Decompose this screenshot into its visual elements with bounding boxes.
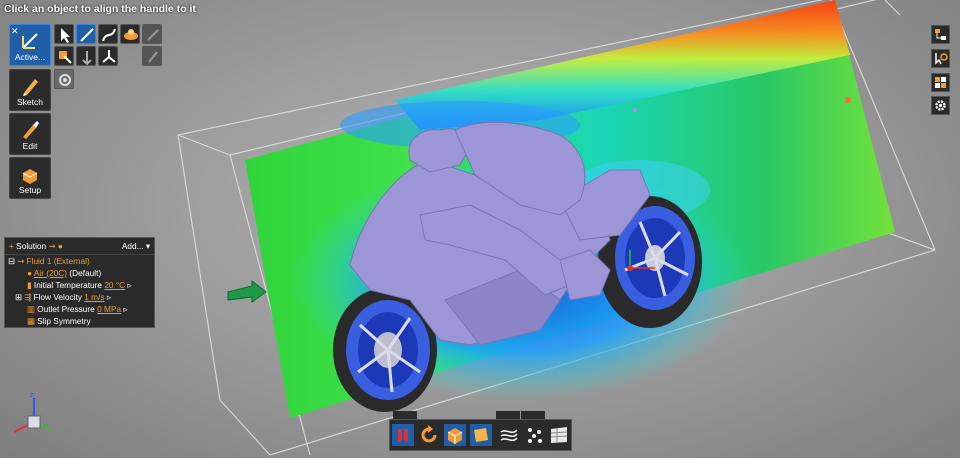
material-row[interactable]: ● Air (20C) (Default) <box>27 268 101 279</box>
expand-icon[interactable]: ▹ <box>123 304 127 314</box>
temperature-label: Initial Temperature <box>33 280 102 290</box>
expand-icon[interactable]: ▹ <box>127 280 131 290</box>
setup-button[interactable]: Setup <box>9 157 51 199</box>
curve-tool[interactable] <box>98 24 118 44</box>
plane-icon[interactable] <box>470 424 492 446</box>
edit-label: Edit <box>22 141 38 151</box>
fan-icon <box>102 50 116 63</box>
close-icon[interactable]: ✕ <box>11 26 19 37</box>
tree-view-button[interactable] <box>931 25 950 44</box>
sketch-label: Sketch <box>17 97 43 107</box>
layout-button[interactable] <box>931 73 950 92</box>
tool-disabled-icon <box>148 51 158 63</box>
fan-tool[interactable] <box>98 46 118 66</box>
velocity-icon: ⇶ <box>24 292 32 302</box>
table-icon[interactable] <box>548 424 570 446</box>
gear-icon <box>935 100 946 111</box>
fill-tool[interactable] <box>54 46 74 66</box>
probe-button[interactable] <box>931 49 950 68</box>
settings-icon <box>59 74 71 86</box>
expand-icon[interactable]: ▹ <box>107 292 111 302</box>
temperature-value[interactable]: 20 °C <box>104 280 125 290</box>
pressure-icon: ▥ <box>27 304 35 314</box>
velocity-value[interactable]: 1 m/s <box>84 292 104 302</box>
settings-button[interactable] <box>931 96 950 115</box>
panel-header: + Solution ⇝ ● Add... ▾ <box>5 238 154 255</box>
symmetry-label: Slip Symmetry <box>37 316 91 326</box>
axis-triad: z <box>13 392 53 433</box>
material-icon: ● <box>57 241 63 251</box>
simulation-viewport[interactable]: z Click an object to align the handle to… <box>0 0 960 458</box>
pause-icon[interactable] <box>392 424 414 446</box>
bottom-toolbar <box>389 419 572 451</box>
tool-disabled-icon <box>147 29 159 41</box>
refresh-icon[interactable] <box>418 424 440 446</box>
pen-tool[interactable] <box>76 24 96 44</box>
cube-icon[interactable] <box>444 424 466 446</box>
pen-icon <box>80 28 94 42</box>
streamline-icon[interactable] <box>498 424 520 446</box>
setup-label: Setup <box>18 185 42 195</box>
thermometer-icon: ▮ <box>27 280 32 290</box>
add-icon[interactable]: + <box>9 241 14 251</box>
pencil-icon <box>23 79 38 96</box>
velocity-label: Flow Velocity <box>33 292 82 302</box>
pull-icon <box>82 51 92 66</box>
simulation-scene[interactable]: z <box>0 0 960 458</box>
options-button[interactable] <box>54 69 74 89</box>
symmetry-icon: ▦ <box>27 316 35 326</box>
instruction-hint: Click an object to align the handle to i… <box>4 3 196 15</box>
curve-icon <box>102 28 116 42</box>
active-label: Active... <box>14 52 46 62</box>
material-tool[interactable] <box>120 24 140 44</box>
disabled-tool <box>142 24 162 44</box>
fluid-label: Fluid 1 (External) <box>26 256 90 266</box>
sketch-button[interactable]: Sketch <box>9 69 51 111</box>
fluid-icon: ⇝ <box>17 256 25 266</box>
add-dropdown[interactable]: Add... ▾ <box>122 238 150 254</box>
grid-icon <box>935 77 946 88</box>
probe-icon <box>935 53 948 65</box>
disabled-tool-2 <box>142 46 162 66</box>
pressure-label: Outlet Pressure <box>37 304 95 314</box>
pull-tool[interactable] <box>76 46 96 66</box>
select-icon <box>61 28 70 43</box>
temperature-row[interactable]: ▮ Initial Temperature 20 °C ▹ <box>27 280 132 291</box>
material-icon <box>124 29 138 40</box>
fill-icon <box>59 51 72 64</box>
solution-label[interactable]: Solution <box>16 241 46 251</box>
select-tool[interactable] <box>54 24 74 44</box>
add-label: Add... <box>121 241 144 251</box>
setup-icon <box>22 169 38 184</box>
velocity-row[interactable]: ⊞ ⇶ Flow Velocity 1 m/s ▹ <box>15 292 111 303</box>
move-icon <box>22 33 38 49</box>
edit-button[interactable]: Edit <box>9 113 51 155</box>
flow-direction-arrow <box>227 279 267 303</box>
pressure-value[interactable]: 0 MPa <box>97 304 121 314</box>
bottom-tab-1[interactable] <box>393 411 417 419</box>
solution-panel: + Solution ⇝ ● Add... ▾ ⊟ ⇝ Fluid 1 (Ext… <box>4 237 155 328</box>
svg-text:z: z <box>30 392 34 399</box>
material-icon: ● <box>27 268 33 278</box>
pressure-row[interactable]: ▥ Outlet Pressure 0 MPa ▹ <box>27 304 128 315</box>
material-suffix: (Default) <box>69 268 102 278</box>
flow-icon: ⇝ <box>48 241 56 251</box>
tree-icon <box>935 29 946 40</box>
particles-icon[interactable] <box>524 424 546 446</box>
fluid-row[interactable]: ⊟ ⇝ Fluid 1 (External) <box>8 256 90 267</box>
symmetry-row[interactable]: ▦ Slip Symmetry <box>27 316 91 327</box>
edit-icon <box>23 121 39 139</box>
bottom-tab-3[interactable] <box>521 411 545 419</box>
bottom-tab-2[interactable] <box>496 411 520 419</box>
material-value[interactable]: Air (20C) <box>34 268 67 278</box>
